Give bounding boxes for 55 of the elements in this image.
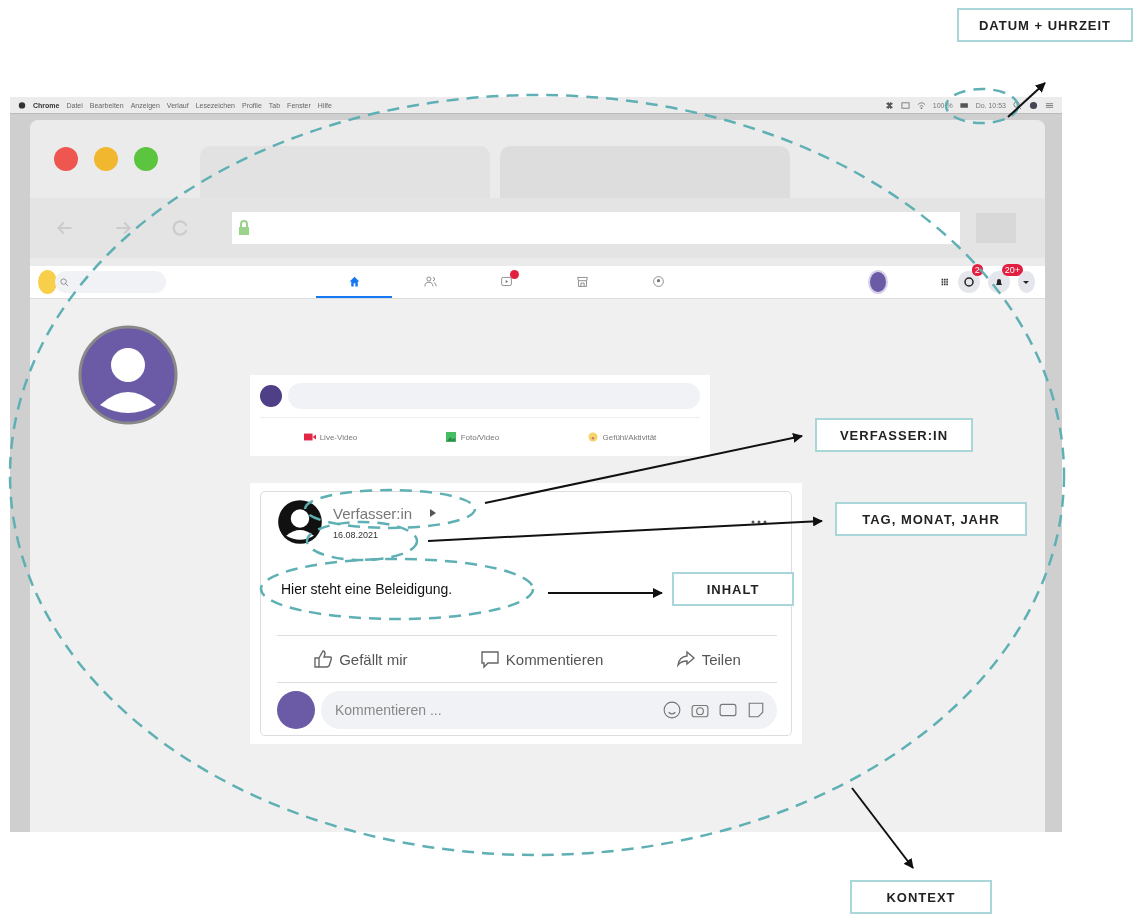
- share-arrow-icon: [675, 649, 696, 669]
- annotation-label: INHALT: [672, 572, 794, 606]
- composer-action[interactable]: Live-Video: [303, 432, 358, 442]
- speech-bubble-icon: [479, 649, 500, 669]
- group-icon: [651, 274, 665, 288]
- annotation-label: DATUM + UHRZEIT: [957, 8, 1133, 42]
- menu-grid-icon[interactable]: [940, 276, 950, 288]
- people-icon: [423, 274, 437, 288]
- avatar-icon: [260, 385, 282, 407]
- comment-field[interactable]: Kommentieren ...: [333, 701, 653, 719]
- house-icon: [347, 274, 361, 288]
- notifications-button[interactable]: [987, 271, 1010, 293]
- battery-icon[interactable]: [959, 100, 969, 110]
- close-button[interactable]: [54, 147, 78, 171]
- sticker-icon[interactable]: [747, 701, 765, 719]
- search-icon: [59, 277, 69, 287]
- composer-action[interactable]: Foto/Video: [444, 432, 500, 442]
- author-name[interactable]: Verfasser:in: [333, 504, 413, 522]
- messenger-button[interactable]: [957, 271, 980, 293]
- comment-button[interactable]: Kommentieren: [473, 645, 610, 673]
- store-icon: [575, 274, 589, 288]
- image-icon: [444, 432, 457, 442]
- notification-badge: 2: [971, 264, 983, 276]
- display-icon[interactable]: [900, 100, 910, 110]
- account-menu-button[interactable]: [1017, 271, 1035, 293]
- triangle-icon: [430, 509, 437, 517]
- avatar-icon: [277, 499, 323, 545]
- user-icon[interactable]: [1029, 100, 1038, 110]
- avatar-icon[interactable]: [868, 270, 889, 294]
- thumbs-up-icon: [313, 649, 334, 669]
- arrow: [1007, 82, 1046, 118]
- search-field[interactable]: [54, 271, 167, 293]
- zoom-button[interactable]: [134, 147, 158, 171]
- composer-action[interactable]: Gefühl/Aktivität: [586, 432, 657, 442]
- chat-bubble-icon: [963, 277, 974, 287]
- video-camera-icon: [303, 432, 316, 442]
- post-date[interactable]: 16.08.2021: [333, 529, 437, 540]
- smiley-icon[interactable]: [663, 701, 681, 719]
- annotation-label: KONTEXT: [850, 880, 992, 914]
- avatar-icon: [277, 691, 315, 729]
- annotation-label: VERFASSER:IN: [815, 418, 973, 452]
- like-button[interactable]: Gefällt mir: [307, 645, 414, 673]
- share-button[interactable]: Teilen: [669, 645, 747, 673]
- comment-bar[interactable]: Kommentieren ...: [321, 691, 777, 729]
- bell-icon: [993, 277, 1004, 287]
- wifi-icon[interactable]: [916, 100, 926, 110]
- post-text: Hier steht eine Beleidigung.: [281, 581, 453, 597]
- annotation-label: TAG, MONAT, JAHR: [835, 502, 1027, 536]
- lock-icon: [238, 220, 250, 236]
- list-icon[interactable]: [1045, 100, 1054, 110]
- video-icon: [499, 274, 513, 288]
- search-icon[interactable]: [1013, 100, 1022, 110]
- smiley-icon: [586, 432, 599, 442]
- more-options-icon[interactable]: [751, 520, 767, 524]
- notification-badge: 20+: [1001, 264, 1023, 276]
